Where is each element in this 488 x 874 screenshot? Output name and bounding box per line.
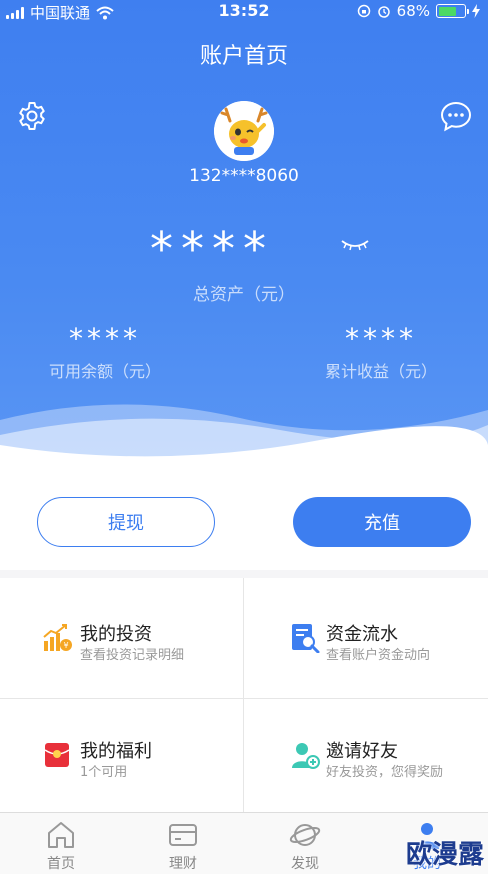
wave-decoration <box>0 404 488 470</box>
available-balance-value: **** <box>69 322 141 355</box>
eye-closed-icon[interactable] <box>340 238 370 252</box>
total-assets-label: 总资产（元） <box>193 285 295 305</box>
charging-icon <box>472 4 480 18</box>
tab-finance[interactable]: 理财 <box>122 813 244 874</box>
available-balance-label: 可用余额（元） <box>48 362 161 381</box>
planet-icon <box>289 824 321 846</box>
alarm-icon <box>377 6 390 18</box>
action-buttons: 提现 充值 <box>0 470 488 570</box>
feature-grid: ¥ 我的投资 查看投资记录明细 资金流水 查看账户资金动向 我的福利 1个可用 <box>0 578 488 812</box>
gear-icon[interactable] <box>16 100 48 132</box>
invite-friend-icon <box>292 743 320 769</box>
tab-discover[interactable]: 发现 <box>244 813 366 874</box>
menu-invite-friends[interactable]: 邀请好友 好友投资，您得奖励 <box>0 695 488 812</box>
tab-label: 发现 <box>291 856 319 872</box>
battery-percent: 68% <box>396 2 430 20</box>
page-title: 账户首页 <box>199 44 288 69</box>
tab-label: 首页 <box>47 856 75 872</box>
tab-label: 理财 <box>169 856 197 872</box>
message-icon[interactable] <box>440 100 472 132</box>
menu-title: 邀请好友 <box>326 741 398 762</box>
avatar[interactable] <box>214 101 274 161</box>
menu-subtitle: 好友投资，您得奖励 <box>326 765 444 780</box>
menu-subtitle: 查看账户资金动向 <box>326 648 431 663</box>
tab-home[interactable]: 首页 <box>0 813 122 874</box>
grid-divider <box>243 578 244 812</box>
rotation-lock-icon <box>357 4 370 18</box>
earnings-value: **** <box>345 322 417 355</box>
recharge-button[interactable]: 充值 <box>293 497 471 547</box>
grid-divider <box>0 698 488 699</box>
wallet-card-icon <box>169 824 197 846</box>
account-header: 中国联通 13:52 68% 账户首页 132****8060 **** 总资产… <box>0 0 488 470</box>
menu-title: 资金流水 <box>326 624 398 645</box>
earnings-label: 累计收益（元） <box>324 362 437 381</box>
status-bar: 中国联通 13:52 68% <box>0 0 488 24</box>
withdraw-button[interactable]: 提现 <box>37 497 215 547</box>
mascot-image <box>214 101 274 161</box>
masked-phone: 132****8060 <box>189 166 299 186</box>
watermark: 欧漫露 <box>406 840 485 870</box>
battery-icon <box>436 4 469 18</box>
home-icon <box>48 822 74 848</box>
fund-flow-icon <box>292 624 320 653</box>
menu-fund-flow[interactable]: 资金流水 查看账户资金动向 <box>0 578 488 695</box>
total-assets-value: **** <box>150 222 274 276</box>
